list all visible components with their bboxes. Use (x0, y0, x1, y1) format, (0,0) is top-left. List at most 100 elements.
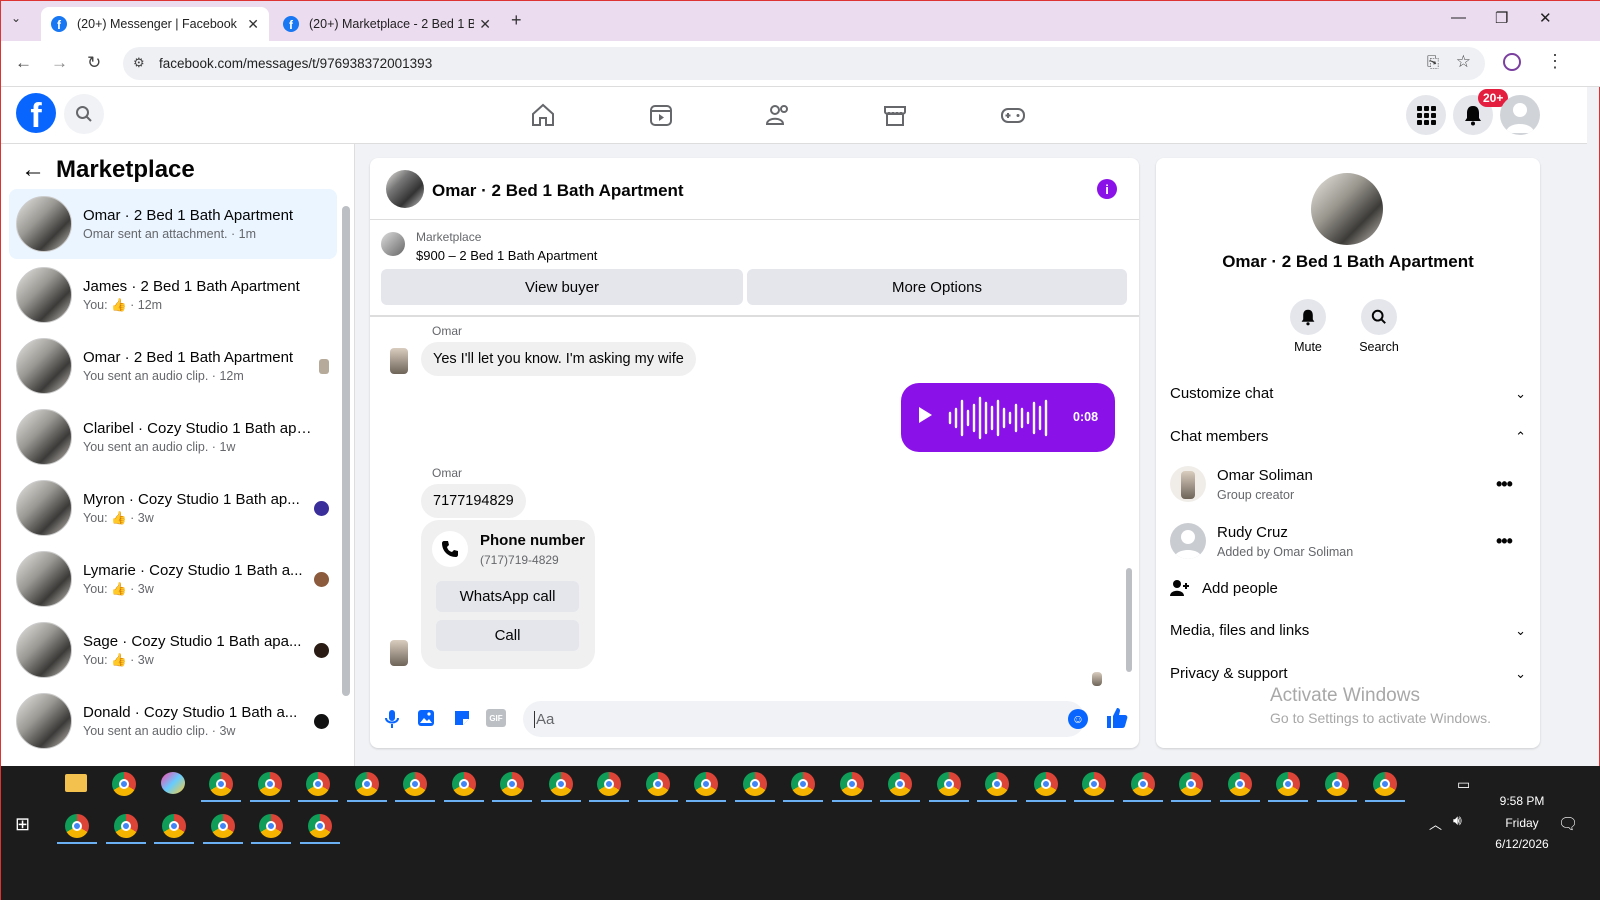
photo-icon[interactable] (416, 708, 436, 728)
chrome-window-icon[interactable] (259, 814, 283, 838)
chrome-window-icon[interactable] (209, 772, 233, 796)
friends-icon[interactable] (764, 101, 792, 129)
chrome-window-icon[interactable] (985, 772, 1009, 796)
network-icon[interactable]: ▭ (1457, 776, 1470, 793)
conversation-item[interactable]: Claribel · Cozy Studio 1 Bath apa... You … (9, 402, 337, 472)
file-explorer-icon[interactable] (65, 774, 87, 792)
paint-icon[interactable] (161, 772, 185, 794)
clock-time[interactable]: 9:58 PM (1477, 794, 1567, 808)
mute-button[interactable] (1290, 299, 1326, 335)
privacy-support-section[interactable]: Privacy & support ⌄ (1170, 665, 1526, 682)
conversation-item[interactable]: Myron · Cozy Studio 1 Bath ap... You: 👍 ·… (9, 473, 337, 543)
chrome-window-icon[interactable] (548, 772, 573, 796)
new-tab-icon[interactable]: + (511, 10, 522, 31)
chrome-window-icon[interactable] (1179, 772, 1203, 796)
play-icon[interactable] (919, 407, 932, 423)
view-buyer-button[interactable]: View buyer (381, 269, 743, 305)
more-options-button[interactable]: More Options (747, 269, 1127, 305)
message-input[interactable]: Aa (523, 701, 1085, 737)
chrome-window-icon[interactable] (1227, 772, 1252, 796)
account-avatar[interactable] (1500, 95, 1540, 135)
conversation-item[interactable]: Omar · 2 Bed 1 Bath Apartment You sent an… (9, 331, 337, 401)
call-button[interactable]: Call (436, 620, 579, 651)
chrome-window-icon[interactable] (694, 772, 718, 796)
chrome-window-icon[interactable] (1033, 772, 1058, 796)
more-icon[interactable]: ••• (1496, 474, 1513, 495)
chrome-window-icon[interactable] (451, 772, 476, 796)
chrome-window-icon[interactable] (597, 772, 621, 796)
search-button[interactable] (64, 94, 104, 134)
close-icon[interactable]: ✕ (247, 16, 259, 33)
back-arrow-icon[interactable]: ← (21, 156, 45, 184)
chrome-window-icon[interactable] (839, 772, 864, 796)
conversation-item[interactable]: Lymarie · Cozy Studio 1 Bath a... You: 👍 … (9, 544, 337, 614)
chrome-window-icon[interactable] (1373, 772, 1397, 796)
tray-expand-icon[interactable]: ︿ (1429, 814, 1442, 833)
conversation-item[interactable]: Donald · Cozy Studio 1 Bath a... You sent… (9, 686, 337, 756)
search-conversation-button[interactable] (1361, 299, 1397, 335)
chrome-window-icon[interactable] (354, 772, 379, 796)
restore-icon[interactable]: ❐ (1495, 9, 1508, 27)
chrome-window-icon[interactable] (306, 772, 330, 796)
profile-icon[interactable] (1503, 53, 1521, 71)
tab-search-icon[interactable]: ⌄ (11, 11, 21, 25)
conversation-item[interactable]: James · 2 Bed 1 Bath Apartment You: 👍 · 1… (9, 260, 337, 330)
volume-icon[interactable]: 🔊︎ (1453, 812, 1462, 829)
info-icon[interactable]: i (1097, 179, 1117, 199)
chrome-window-icon[interactable] (113, 814, 138, 838)
gaming-icon[interactable] (999, 101, 1027, 129)
chrome-window-icon[interactable] (791, 772, 815, 796)
thumbs-up-icon[interactable] (1105, 706, 1129, 730)
address-bar[interactable]: ⚙ facebook.com/messages/t/97693837200139… (123, 47, 1485, 80)
whatsapp-call-button[interactable]: WhatsApp call (436, 581, 579, 612)
install-icon[interactable]: ⎘ (1427, 54, 1439, 71)
chrome-window-icon[interactable] (1276, 772, 1300, 796)
audio-message[interactable]: 0:08 (901, 383, 1115, 452)
chrome-window-icon[interactable] (403, 772, 427, 796)
chat-members-section[interactable]: Chat members ⌃ (1170, 428, 1526, 445)
add-people-button[interactable]: Add people (1170, 579, 1526, 597)
windows-start-icon[interactable]: ⊞ (15, 814, 30, 835)
gif-icon[interactable]: GIF (486, 709, 506, 727)
facebook-logo-icon[interactable]: f (16, 93, 56, 133)
marketplace-icon[interactable] (881, 101, 909, 129)
window-close-icon[interactable]: ✕ (1539, 9, 1552, 27)
menu-dots-icon[interactable]: ⋮ (1546, 51, 1564, 72)
more-icon[interactable]: ••• (1496, 531, 1513, 552)
emoji-icon[interactable]: ☺ (1068, 709, 1088, 729)
message-scrollbar[interactable] (1126, 568, 1132, 672)
conversation-item[interactable]: Omar · 2 Bed 1 Bath Apartment Omar sent a… (9, 189, 337, 259)
home-icon[interactable] (529, 101, 557, 129)
chrome-window-icon[interactable] (1130, 772, 1155, 796)
chrome-window-icon[interactable] (645, 772, 670, 796)
scrollbar[interactable] (342, 206, 350, 696)
close-icon[interactable]: ✕ (479, 16, 491, 33)
tab-messenger[interactable]: f (20+) Messenger | Facebook ✕ (41, 7, 269, 41)
chrome-window-icon[interactable] (742, 772, 767, 796)
chrome-window-icon[interactable] (500, 772, 524, 796)
microphone-icon[interactable] (384, 709, 400, 729)
chrome-window-icon[interactable] (65, 814, 89, 838)
chrome-window-icon[interactable] (936, 772, 961, 796)
forward-icon[interactable]: → (51, 53, 68, 73)
chrome-window-icon[interactable] (888, 772, 912, 796)
bookmark-star-icon[interactable]: ☆ (1456, 52, 1471, 72)
sticker-icon[interactable] (452, 708, 472, 728)
video-icon[interactable] (647, 101, 675, 129)
chrome-window-icon[interactable] (257, 772, 282, 796)
minimize-icon[interactable]: — (1451, 9, 1466, 26)
menu-grid-button[interactable] (1406, 95, 1446, 135)
reload-icon[interactable]: ↻ (87, 53, 101, 73)
chrome-window-icon[interactable] (162, 814, 186, 838)
chrome-icon[interactable] (112, 772, 136, 796)
chrome-window-icon[interactable] (1324, 772, 1349, 796)
notification-center-icon[interactable]: 🗨︎ (1558, 814, 1578, 834)
chrome-window-icon[interactable] (210, 814, 235, 838)
conversation-item[interactable]: Sage · Cozy Studio 1 Bath apa... You: 👍 ·… (9, 615, 337, 685)
tab-marketplace[interactable]: f (20+) Marketplace - 2 Bed 1 Ba ✕ (273, 7, 501, 41)
site-info-icon[interactable]: ⚙ (133, 55, 145, 71)
media-files-section[interactable]: Media, files and links ⌄ (1170, 622, 1526, 639)
chrome-window-icon[interactable] (307, 814, 332, 838)
chrome-window-icon[interactable] (1082, 772, 1106, 796)
customize-chat-section[interactable]: Customize chat ⌄ (1170, 385, 1526, 402)
